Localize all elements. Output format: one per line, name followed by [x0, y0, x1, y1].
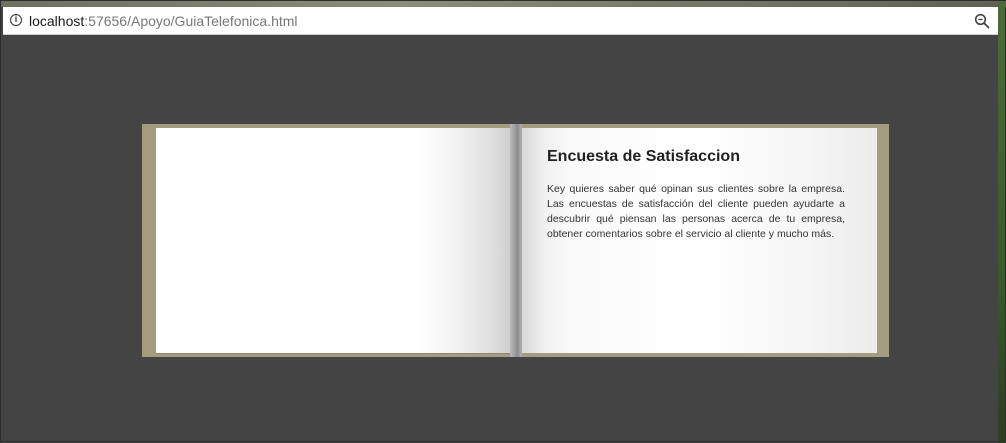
page-title: Encuesta de Satisfaccion — [547, 148, 740, 165]
page-body-text: Key quieres saber qué opinan sus cliente… — [547, 183, 845, 240]
url-text[interactable]: localhost:57656/Apoyo/GuiaTelefonica.htm… — [29, 13, 298, 29]
left-page[interactable] — [156, 128, 510, 353]
url-host: localhost — [29, 13, 85, 29]
url-path: :57656/Apoyo/GuiaTelefonica.html — [84, 13, 298, 29]
info-icon[interactable]: i — [10, 14, 22, 26]
browser-window: i localhost:57656/Apoyo/GuiaTelefonica.h… — [0, 0, 1006, 443]
desktop-background-edge — [998, 1, 1005, 443]
book-spine — [510, 124, 522, 357]
address-bar[interactable]: i localhost:57656/Apoyo/GuiaTelefonica.h… — [3, 7, 998, 35]
flipbook[interactable]: Encuesta de Satisfaccion Key quieres sab… — [142, 124, 889, 357]
magnifier-icon[interactable] — [974, 13, 990, 29]
right-page[interactable]: Encuesta de Satisfaccion Key quieres sab… — [522, 128, 877, 353]
page-viewport: Encuesta de Satisfaccion Key quieres sab… — [3, 35, 998, 439]
